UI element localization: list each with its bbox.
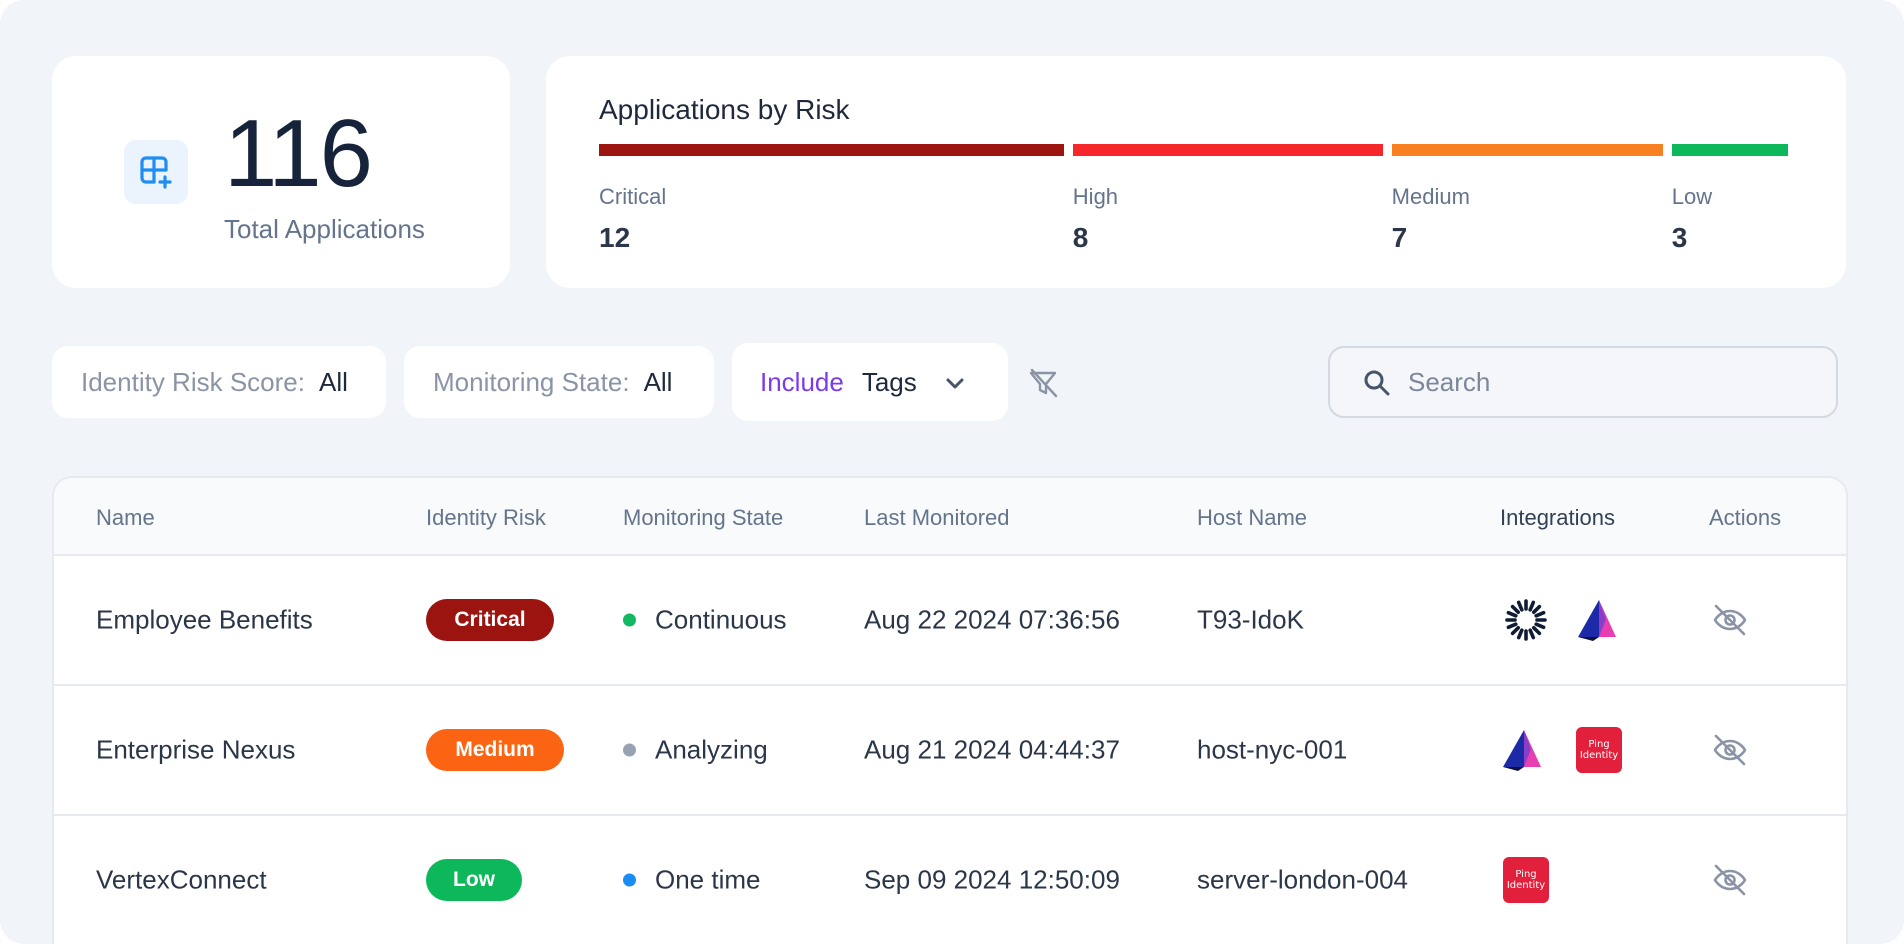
monitoring-state: Continuous xyxy=(655,604,787,635)
risk-category-medium[interactable]: Medium 7 xyxy=(1392,184,1470,254)
risk-bar-segment-medium xyxy=(1391,144,1663,156)
ping-identity-logo-icon[interactable]: Ping Identity xyxy=(1503,857,1549,903)
host-name: host-nyc-001 xyxy=(1197,734,1348,765)
column-header-identity-risk[interactable]: Identity Risk xyxy=(426,505,546,531)
status-dot xyxy=(623,743,636,757)
prism-logo-icon[interactable] xyxy=(1501,727,1547,773)
identity-risk-score-filter[interactable]: Identity Risk Score: All xyxy=(52,346,386,418)
risk-badge: Medium xyxy=(426,729,564,771)
total-applications-card: 116 Total Applications xyxy=(52,56,510,288)
column-header-monitoring-state[interactable]: Monitoring State xyxy=(623,505,783,531)
status-dot xyxy=(623,873,636,887)
ping-identity-logo-icon[interactable]: Ping Identity xyxy=(1576,727,1622,773)
table-row[interactable]: Employee Benefits Critical Continuous Au… xyxy=(54,556,1846,686)
column-header-host-name[interactable]: Host Name xyxy=(1197,505,1307,531)
risk-category-high[interactable]: High 8 xyxy=(1073,184,1118,254)
grid-plus-icon xyxy=(124,140,188,204)
app-name[interactable]: VertexConnect xyxy=(96,865,267,896)
risk-category-critical[interactable]: Critical 12 xyxy=(599,184,666,254)
applications-by-risk-card: Applications by Risk Critical 12 High 8 Medi… xyxy=(546,56,1846,288)
ping-logo-text: Identity xyxy=(1506,880,1546,891)
total-applications-label: Total Applications xyxy=(224,214,425,244)
column-header-last-monitored[interactable]: Last Monitored xyxy=(864,505,1010,531)
risk-category-label: Medium xyxy=(1391,184,1470,209)
eye-off-icon[interactable] xyxy=(1711,601,1749,639)
table-header: Name Identity Risk Monitoring State Last… xyxy=(54,478,1846,556)
monitoring-state: Analyzing xyxy=(655,734,768,765)
table-row[interactable]: Enterprise Nexus Medium Analyzing Aug 21… xyxy=(54,686,1846,816)
search-icon xyxy=(1362,368,1392,403)
search-input[interactable] xyxy=(1408,364,1808,400)
search-box[interactable] xyxy=(1328,346,1838,418)
app-name[interactable]: Enterprise Nexus xyxy=(96,735,295,766)
risk-category-count: 3 xyxy=(1671,222,1688,253)
filter-label: Monitoring State: xyxy=(433,366,630,397)
risk-badge: Critical xyxy=(426,599,554,641)
risk-card-title: Applications by Risk xyxy=(599,94,850,125)
filter-value: All xyxy=(318,366,348,397)
tags-filter[interactable]: Include Tags xyxy=(732,343,1008,421)
app-name[interactable]: Employee Benefits xyxy=(96,605,313,636)
monitoring-state-filter[interactable]: Monitoring State: All xyxy=(404,346,714,418)
risk-category-count: 7 xyxy=(1391,222,1408,253)
host-name: server-london-004 xyxy=(1197,864,1409,895)
risk-category-label: High xyxy=(1072,184,1119,209)
filter-value: All xyxy=(643,366,673,397)
risk-category-count: 12 xyxy=(599,222,631,253)
app-frame: 116 Total Applications Applications by R… xyxy=(0,0,1904,944)
risk-category-low[interactable]: Low 3 xyxy=(1672,184,1712,254)
column-header-integrations: Integrations xyxy=(1500,505,1615,530)
status-dot xyxy=(623,613,636,627)
last-monitored: Aug 21 2024 04:44:37 xyxy=(864,734,1120,765)
sunburst-logo-icon[interactable] xyxy=(1503,597,1549,643)
total-applications-value: 116 xyxy=(224,100,373,207)
risk-bar-segment-high xyxy=(1072,144,1383,156)
applications-table: Name Identity Risk Monitoring State Last… xyxy=(52,476,1848,944)
chevron-down-icon xyxy=(944,370,966,401)
host-name: T93-IdoK xyxy=(1197,604,1304,635)
tags-filter-label: Tags xyxy=(861,366,917,397)
last-monitored: Aug 22 2024 07:36:56 xyxy=(864,604,1120,635)
monitoring-state: One time xyxy=(655,864,761,895)
ping-logo-text: Ping xyxy=(1515,869,1537,880)
tags-filter-mode: Include xyxy=(760,366,844,397)
risk-category-count: 8 xyxy=(1072,222,1089,253)
column-header-name[interactable]: Name xyxy=(96,505,155,531)
column-header-actions: Actions xyxy=(1709,505,1782,530)
risk-bar-segment-low xyxy=(1671,144,1788,156)
filter-label: Identity Risk Score: xyxy=(81,366,305,397)
eye-off-icon[interactable] xyxy=(1711,861,1749,899)
risk-category-label: Low xyxy=(1671,184,1713,209)
eye-off-icon[interactable] xyxy=(1711,731,1749,769)
risk-category-label: Critical xyxy=(599,184,667,209)
risk-badge: Low xyxy=(426,859,522,901)
risk-bar-segment-critical xyxy=(599,144,1064,156)
ping-logo-text: Ping xyxy=(1588,739,1610,750)
ping-logo-text: Identity xyxy=(1579,750,1619,761)
table-row[interactable]: VertexConnect Low One time Sep 09 2024 1… xyxy=(54,816,1846,944)
filter-clear-icon[interactable] xyxy=(1026,366,1060,400)
last-monitored: Sep 09 2024 12:50:09 xyxy=(864,864,1120,895)
prism-logo-icon[interactable] xyxy=(1576,597,1622,643)
